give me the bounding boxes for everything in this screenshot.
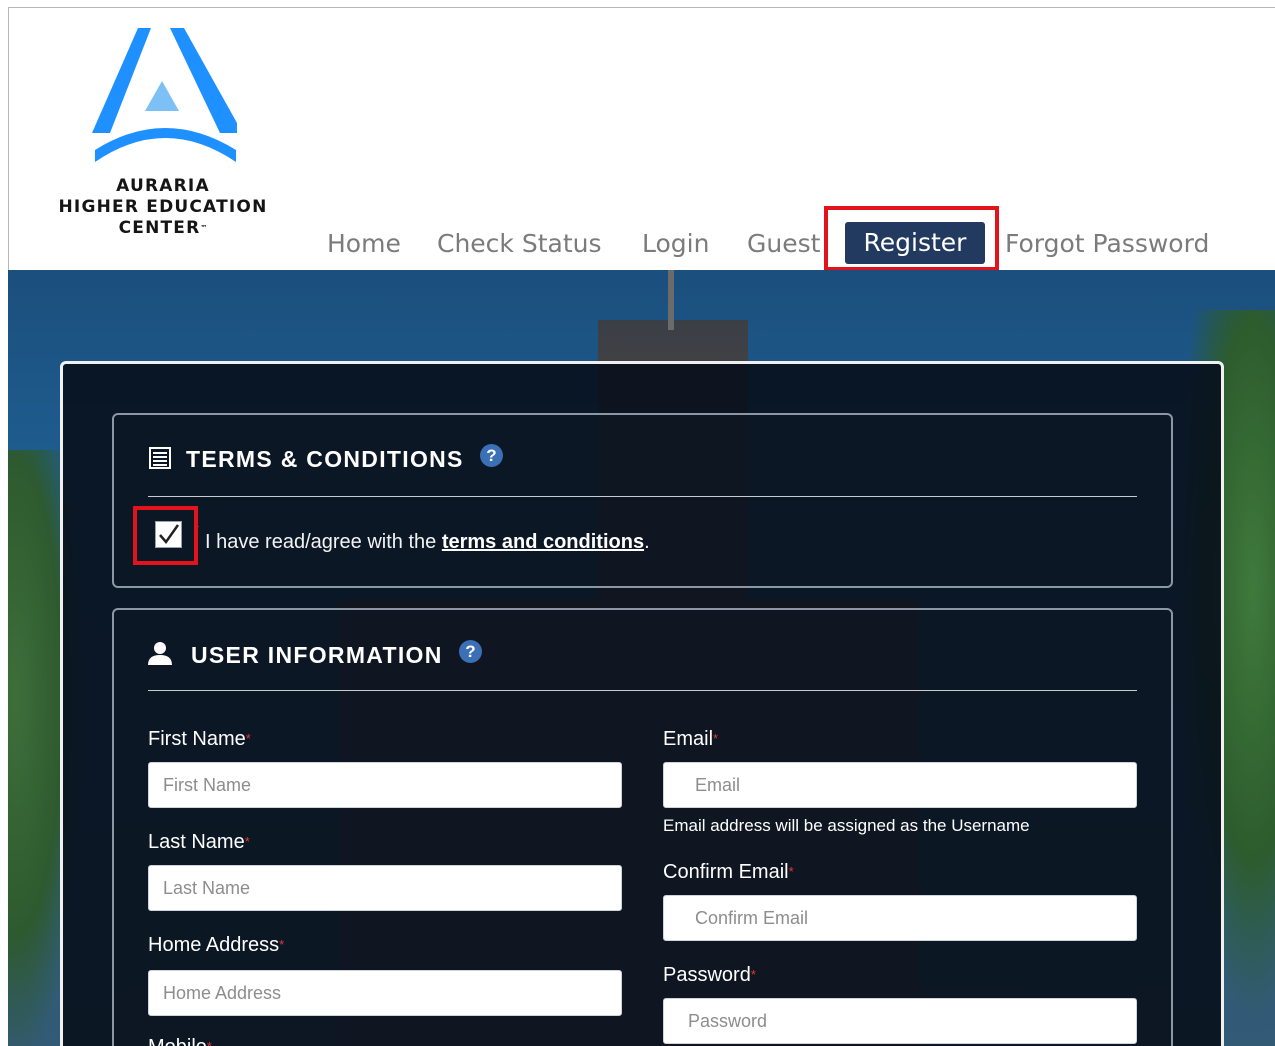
user-information-divider <box>148 690 1137 691</box>
user-information-help-icon[interactable]: ? <box>459 640 482 663</box>
first-name-label: First Name* <box>148 726 251 752</box>
nav-login[interactable]: Login <box>642 226 709 262</box>
nav-guest[interactable]: Guest <box>747 226 820 262</box>
last-name-input[interactable] <box>148 865 622 911</box>
required-asterisk: * <box>750 967 756 982</box>
last-name-label: Last Name* <box>148 829 250 855</box>
mobile-label-text: Mobile <box>148 1036 207 1046</box>
nav-home[interactable]: Home <box>327 226 401 262</box>
agree-terms-suffix: . <box>644 531 650 553</box>
mobile-label: Mobile* <box>148 1034 212 1046</box>
password-label: Password* <box>663 962 756 988</box>
confirm-email-input[interactable] <box>663 895 1137 941</box>
terms-section-title: TERMS & CONDITIONS <box>186 446 464 472</box>
required-asterisk: * <box>788 864 794 879</box>
agree-terms-prefix: I have read/agree with the <box>205 531 442 553</box>
home-address-label: Home Address* <box>148 932 284 958</box>
terms-section <box>112 413 1173 588</box>
terms-and-conditions-link[interactable]: terms and conditions <box>442 531 644 553</box>
required-asterisk: * <box>194 522 200 537</box>
list-icon <box>149 447 171 469</box>
email-label-text: Email <box>663 728 714 750</box>
required-asterisk: * <box>279 937 285 952</box>
password-input[interactable] <box>663 998 1137 1044</box>
required-asterisk: * <box>245 731 251 746</box>
terms-divider <box>148 496 1137 497</box>
page: AURARIA HIGHER EDUCATION CENTER™ Home Ch… <box>0 0 1275 1046</box>
logo-text-line1: AURARIA <box>116 176 210 196</box>
email-label: Email* <box>663 726 718 752</box>
logo-mark-icon <box>92 28 237 162</box>
required-asterisk: * <box>207 1039 212 1046</box>
terms-help-icon[interactable]: ? <box>480 444 503 467</box>
logo-text-line3: CENTER™ <box>50 218 276 239</box>
auraria-logo[interactable]: AURARIA HIGHER EDUCATION CENTER™ <box>50 22 280 242</box>
first-name-label-text: First Name <box>148 728 246 750</box>
logo-text-line3-word: CENTER <box>118 218 201 238</box>
email-username-hint: Email address will be assigned as the Us… <box>663 816 1030 835</box>
password-label-text: Password <box>663 964 751 986</box>
confirm-email-label-text: Confirm Email <box>663 861 789 883</box>
nav-register[interactable]: Register <box>845 222 985 264</box>
confirm-email-label: Confirm Email* <box>663 859 794 885</box>
agree-terms-text: I have read/agree with the terms and con… <box>205 528 650 556</box>
trademark-symbol: ™ <box>200 224 208 232</box>
logo-text-line2: HIGHER EDUCATION <box>58 197 268 217</box>
checkmark-icon <box>159 524 180 545</box>
window-border-top <box>8 7 1275 8</box>
last-name-label-text: Last Name <box>148 831 245 853</box>
home-address-label-text: Home Address <box>148 934 280 956</box>
required-asterisk: * <box>713 731 719 746</box>
agree-terms-checkbox[interactable] <box>155 521 182 548</box>
first-name-input[interactable] <box>148 762 622 808</box>
user-icon <box>148 642 172 665</box>
nav-check-status[interactable]: Check Status <box>437 226 602 262</box>
required-asterisk: * <box>244 834 250 849</box>
home-address-input[interactable] <box>148 970 622 1016</box>
email-input[interactable] <box>663 762 1137 808</box>
background-spire <box>668 270 674 330</box>
nav-forgot-password[interactable]: Forgot Password <box>1005 226 1209 262</box>
user-information-title: USER INFORMATION <box>191 642 443 668</box>
